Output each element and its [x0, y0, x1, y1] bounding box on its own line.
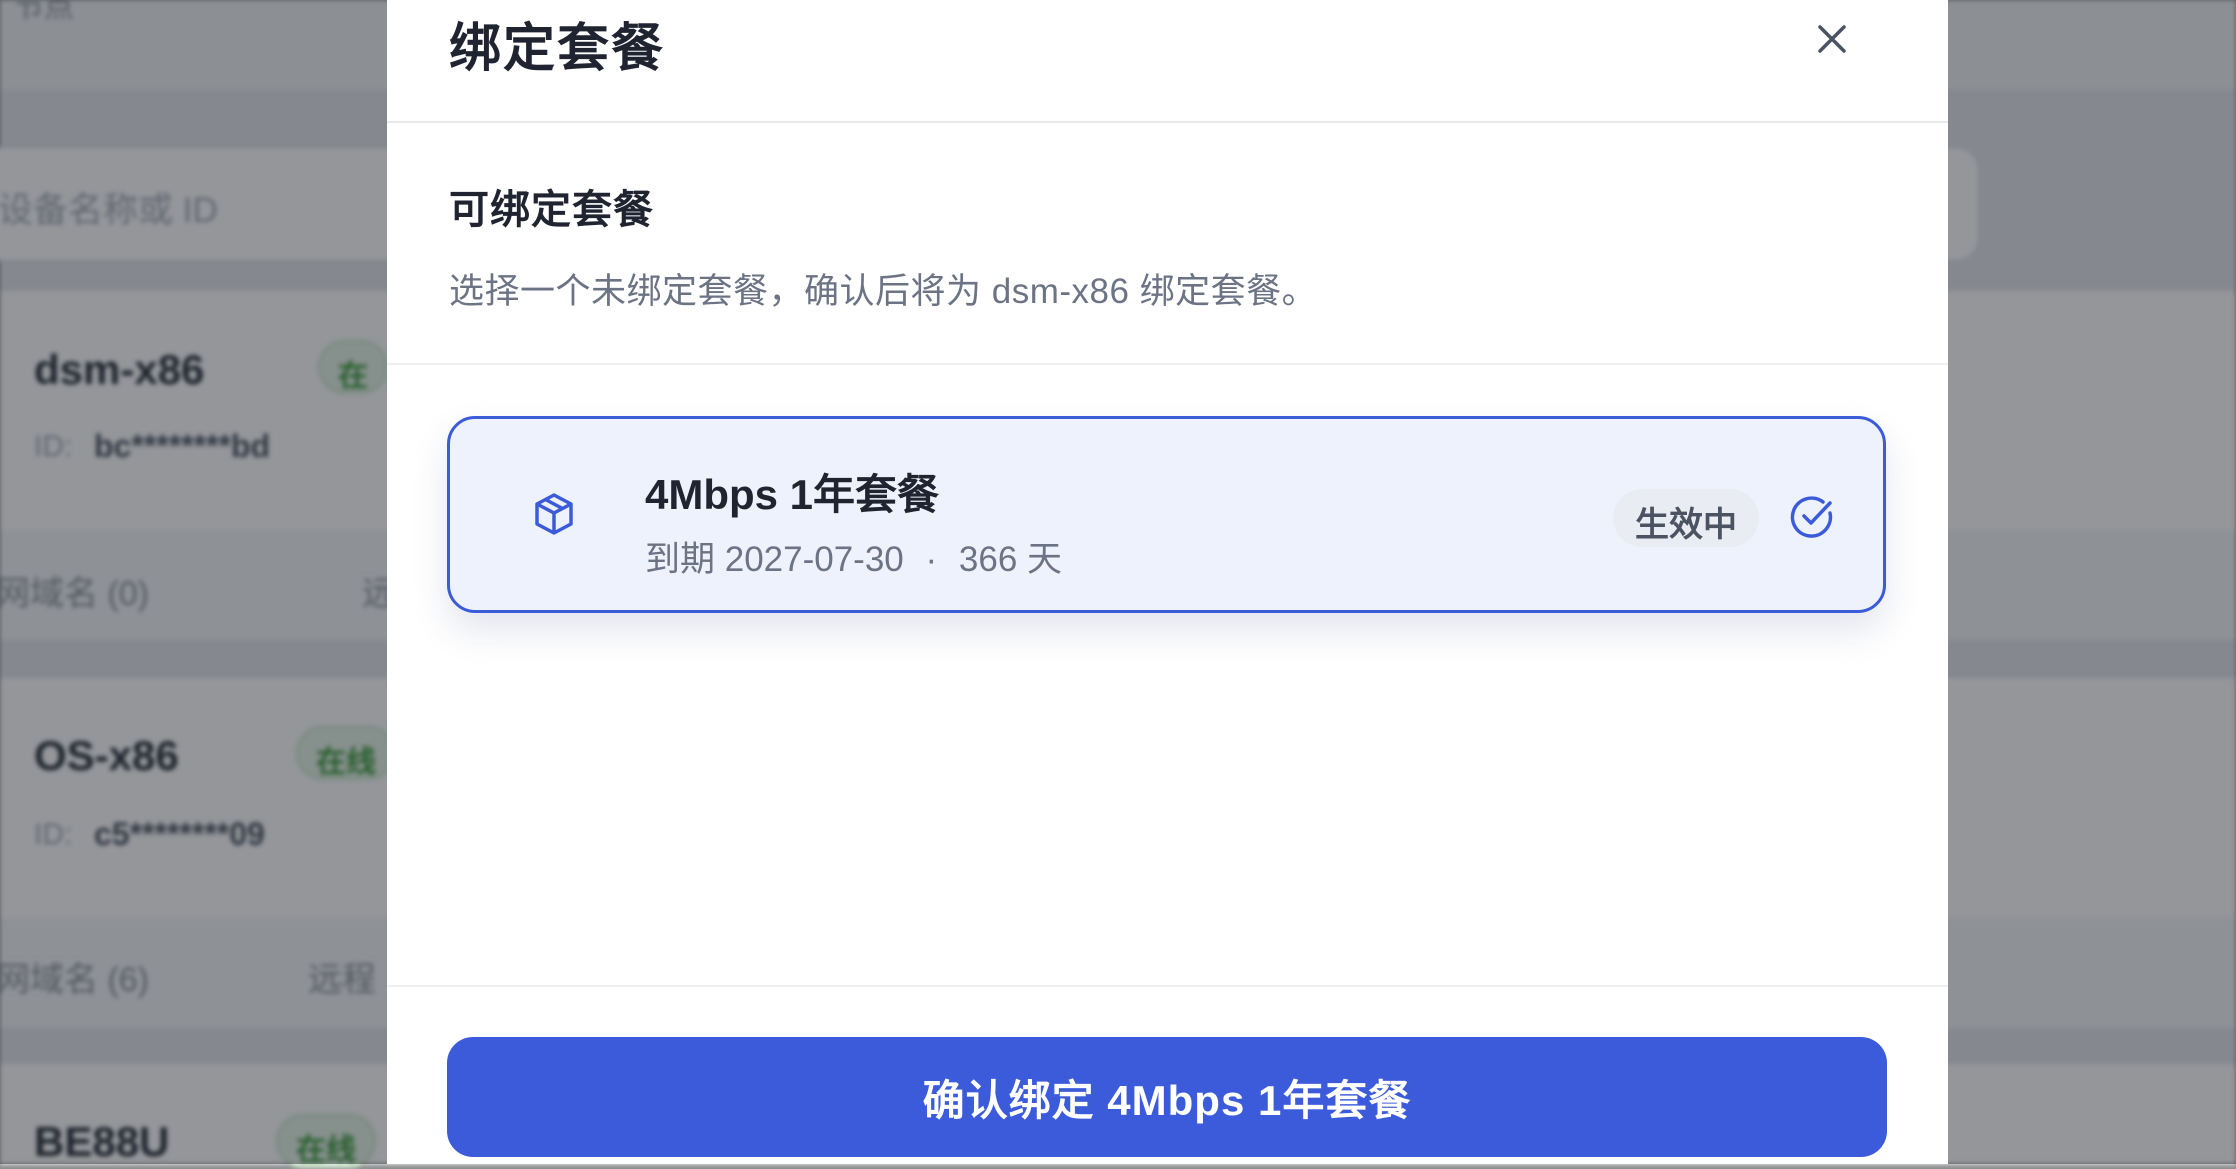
dialog-footer: 确认绑定 4Mbps 1年套餐 — [387, 985, 1948, 1164]
plan-option-card[interactable]: 4Mbps 1年套餐 到期 2027-07-30 · 366 天 生效中 — [447, 416, 1886, 613]
package-icon — [535, 493, 573, 535]
section-title: 可绑定套餐 — [449, 188, 654, 232]
plan-meta: 到期 2027-07-30 · 366 天 — [645, 531, 1062, 582]
close-icon — [1818, 25, 1846, 53]
close-button[interactable] — [1807, 14, 1857, 64]
check-circle-icon — [1790, 496, 1833, 538]
dialog-title: 绑定套餐 — [449, 20, 666, 78]
section-description: 选择一个未绑定套餐，确认后将为 dsm-x86 绑定套餐。 — [449, 272, 1318, 311]
bind-plan-dialog: 绑定套餐 可绑定套餐 选择一个未绑定套餐，确认后将为 dsm-x86 绑定套餐。… — [387, 0, 1948, 1164]
dialog-header: 绑定套餐 — [387, 0, 1948, 123]
plan-expiry: 到期 2027-07-30 — [645, 540, 904, 579]
confirm-bind-button[interactable]: 确认绑定 4Mbps 1年套餐 — [447, 1037, 1887, 1157]
plan-name: 4Mbps 1年套餐 — [645, 471, 940, 518]
meta-separator: · — [925, 540, 938, 579]
plan-status-badge: 生效中 — [1613, 489, 1759, 547]
plan-days: 366 天 — [958, 540, 1063, 579]
plans-section-header: 可绑定套餐 选择一个未绑定套餐，确认后将为 dsm-x86 绑定套餐。 — [387, 125, 1948, 365]
